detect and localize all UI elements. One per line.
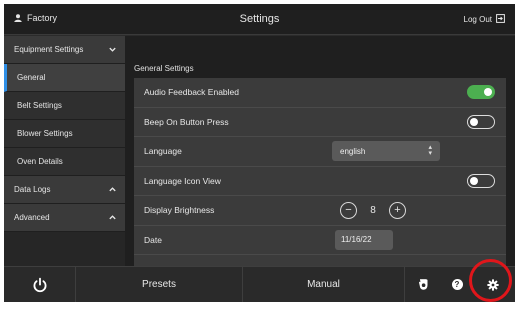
sidebar-item-oven-details[interactable]: Oven Details: [4, 148, 125, 176]
sidebar-item-label: Oven Details: [17, 157, 63, 166]
setting-row-beep: Beep On Button Press: [134, 108, 506, 137]
setting-row-date: Date 11/16/22: [134, 226, 506, 255]
presets-label: Presets: [142, 279, 176, 290]
settings-panel: Audio Feedback Enabled Beep On Button Pr…: [134, 78, 506, 268]
chevron-down-icon: [109, 47, 116, 52]
chevron-up-icon: [109, 215, 116, 220]
section-title: General Settings: [134, 64, 194, 73]
app-window: Factory Settings Log Out Equipment Setti…: [4, 4, 515, 302]
setting-label: Display Brightness: [144, 205, 215, 216]
brightness-decrease-button[interactable]: −: [340, 201, 357, 219]
top-bar: Factory Settings Log Out: [4, 4, 515, 35]
brightness-value: 8: [370, 204, 376, 216]
setting-row-language-icon-view: Language Icon View: [134, 167, 506, 196]
setting-label: Beep On Button Press: [144, 116, 229, 127]
date-field[interactable]: 11/16/22: [335, 229, 393, 250]
language-icon-view-toggle[interactable]: [467, 173, 495, 188]
sidebar-group-label: Equipment Settings: [14, 45, 84, 54]
sidebar-group-label: Data Logs: [14, 185, 51, 194]
help-button[interactable]: ?: [446, 267, 468, 302]
sidebar-item-blower-settings[interactable]: Blower Settings: [4, 120, 125, 148]
sidebar-item-belt-settings[interactable]: Belt Settings: [4, 92, 125, 120]
audio-feedback-toggle[interactable]: [467, 85, 495, 100]
sidebar-item-general[interactable]: General: [4, 64, 125, 92]
logout-icon: [496, 14, 505, 25]
updown-chevron-icon: ▴ ▾: [428, 144, 432, 158]
sidebar-group-data-logs[interactable]: Data Logs: [4, 176, 125, 204]
bottom-bar: Presets Manual ?: [4, 266, 515, 302]
sidebar-item-label: Blower Settings: [17, 129, 73, 138]
presets-tab[interactable]: Presets: [76, 267, 242, 302]
brightness-stepper: − 8 +: [340, 201, 406, 219]
settings-button[interactable]: [478, 267, 508, 302]
sidebar-group-equipment-settings[interactable]: Equipment Settings: [4, 36, 125, 64]
setting-label: Audio Feedback Enabled: [144, 87, 239, 98]
beep-toggle[interactable]: [467, 114, 495, 129]
oven-hand-icon: [419, 279, 428, 290]
sidebar-group-label: Advanced: [14, 213, 50, 222]
help-glyph: ?: [454, 280, 460, 289]
chevron-up-icon: [109, 187, 116, 192]
user-name: Factory: [27, 13, 58, 23]
setting-label: Language: [144, 146, 182, 157]
settings-content[interactable]: General Settings Audio Feedback Enabled …: [125, 36, 515, 268]
brightness-increase-button[interactable]: +: [389, 201, 406, 219]
sidebar-item-label: Belt Settings: [17, 101, 62, 110]
setting-label: Language Icon View: [144, 175, 221, 186]
gear-icon: [487, 278, 499, 291]
manual-label: Manual: [307, 279, 340, 290]
logout-label: Log Out: [463, 15, 492, 24]
sidebar-group-advanced[interactable]: Advanced: [4, 204, 125, 232]
setting-label: Date: [144, 234, 162, 245]
setting-row-brightness: Display Brightness − 8 +: [134, 196, 506, 226]
help-icon: ?: [451, 279, 463, 290]
language-select[interactable]: english ▴ ▾: [332, 141, 440, 162]
logout-button[interactable]: Log Out: [464, 14, 505, 25]
language-select-value: english: [340, 146, 366, 156]
user-icon: [14, 14, 22, 22]
sidebar: Equipment Settings General Belt Settings…: [4, 36, 125, 266]
power-icon: [33, 277, 46, 292]
setting-row-audio-feedback: Audio Feedback Enabled: [134, 78, 506, 108]
manual-tab[interactable]: Manual: [242, 267, 404, 302]
setting-row-language: Language english ▴ ▾: [134, 137, 506, 167]
power-button[interactable]: [4, 267, 76, 302]
user-badge[interactable]: Factory: [14, 13, 57, 23]
oven-status-button[interactable]: [404, 267, 442, 302]
sidebar-item-label: General: [17, 73, 46, 82]
page-title: Settings: [239, 13, 280, 25]
date-value: 11/16/22: [341, 235, 372, 245]
